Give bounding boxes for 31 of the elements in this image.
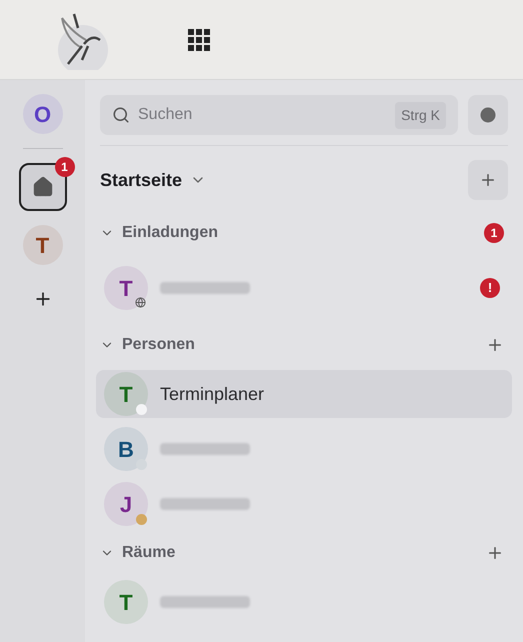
add-icon[interactable] xyxy=(486,336,504,354)
list-item[interactable]: T xyxy=(96,578,512,626)
notification-badge: 1 xyxy=(54,157,74,177)
avatar: T xyxy=(104,266,148,310)
add-icon[interactable] xyxy=(486,544,504,562)
add-icon xyxy=(479,171,497,189)
section-toggle[interactable]: Personen xyxy=(100,333,195,357)
avatar[interactable]: O xyxy=(22,94,62,134)
search-input[interactable]: Suchen xyxy=(138,103,388,127)
home-title: Startseite xyxy=(100,168,182,192)
alert-badge: ! xyxy=(480,278,500,298)
home-button[interactable] xyxy=(18,163,66,211)
list-item[interactable]: J xyxy=(96,480,512,528)
grid-icon[interactable] xyxy=(188,28,210,50)
section-toggle[interactable]: Räume xyxy=(100,541,176,565)
home-icon xyxy=(32,176,54,198)
list-item[interactable]: B xyxy=(96,425,512,473)
avatar: J xyxy=(104,482,148,526)
avatar: B xyxy=(104,427,148,471)
list-item[interactable]: T ! xyxy=(96,264,512,312)
search-icon xyxy=(112,106,130,124)
avatar: T xyxy=(104,580,148,624)
avatar: T xyxy=(104,372,148,416)
count-badge: 1 xyxy=(484,223,504,243)
search-field[interactable]: Suchen Strg K xyxy=(100,95,458,135)
explore-button[interactable] xyxy=(468,95,508,135)
list-item[interactable]: T Terminplaner xyxy=(96,370,512,418)
chat-name: Terminplaner xyxy=(160,382,264,406)
shortcut-hint: Strg K xyxy=(395,102,446,128)
avatar[interactable]: T xyxy=(22,225,62,265)
section-toggle[interactable]: Einladungen xyxy=(100,221,218,245)
